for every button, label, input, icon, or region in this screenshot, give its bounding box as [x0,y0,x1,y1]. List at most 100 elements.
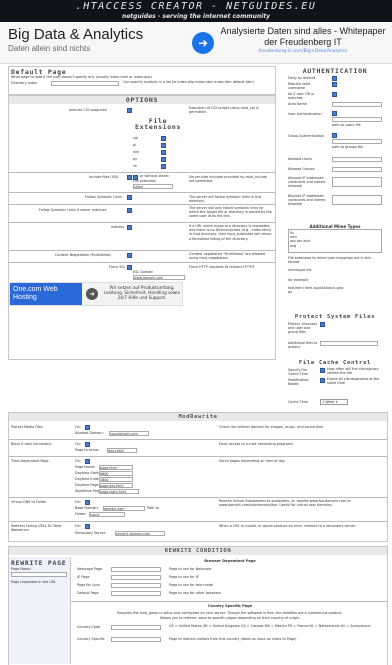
users-path-input[interactable] [332,117,382,122]
browser-row-desc: Page to use for text mode [169,583,213,587]
ext-checkbox-py[interactable] [161,157,166,162]
mid-ad[interactable]: One.com Web Hosting ➜ Wir setzen auf Pro… [9,282,183,306]
ext-checkbox-exe[interactable] [161,150,166,155]
ext-checkbox-cgi[interactable] [161,136,166,141]
cache-modification-desc: Expire all clients/proxies at the same t… [327,377,380,386]
path-users-label: path to users file [332,123,361,127]
execute-cgi-checkbox[interactable] [127,108,132,113]
night-page-input[interactable]: page.night.html [99,489,139,494]
execute-cgi-desc: Execution of CGI scripts using mod_cgi i… [189,106,259,115]
folder-input[interactable]: home [89,512,125,517]
area-name-input[interactable] [332,102,382,107]
mime-note: File extension to mime type mappings are… [288,256,371,265]
top-ad[interactable]: Big Data & Analytics Daten allein sind n… [0,22,392,64]
allowed-groups-input[interactable] [332,167,382,172]
lynx-page-input[interactable] [111,583,161,588]
ext-checkbox-pl[interactable] [161,143,166,148]
ext-checkbox-sh[interactable] [161,164,166,169]
folder-label: Folder: [75,512,87,516]
force-ssl-checkbox[interactable] [127,265,132,270]
cache-modification-label: Modification Based [288,378,309,386]
cache-time-value: 1 Week [322,400,335,404]
negotiation-checkbox[interactable] [127,253,132,258]
protect-media-checkbox[interactable] [85,425,90,430]
page-to-serve-label: Page to serve: [75,448,100,452]
daytime-page-input[interactable]: page.day.html [99,483,133,488]
country-code-desc: US = United States GB = United Kingdom C… [169,624,371,628]
block-email-checkbox[interactable] [85,442,90,447]
execute-cgi-label: execute CGI programs [69,108,107,112]
options-title: OPTIONS [9,96,275,104]
rewrite-page-name-input[interactable] [11,572,67,577]
rewrite-condition-section: REWRITE CONDITION REWRITE PAGE Page Name… [8,546,388,665]
page-to-serve-input[interactable]: deny.html [107,448,137,453]
if-user-checkbox[interactable] [332,92,337,97]
additional-files-input[interactable] [320,341,378,346]
protect-media-label: Protect Media Files [11,425,43,429]
vdns-checkbox[interactable] [85,500,90,505]
secondary-server-input[interactable]: server2.domain.com [115,531,165,536]
follow-owner-checkbox[interactable] [127,208,132,213]
vdns-desc: Rewrite Virtual Subdomains to subfolders… [219,499,351,508]
directory-index-input[interactable] [51,81,119,86]
file-extension-input[interactable]: shtml [133,184,173,189]
groups-path-input[interactable] [332,139,382,144]
mid-ad-text[interactable]: Wir setzen auf Produktumfang, Leistung, … [102,285,182,300]
vdns-label: Virtual DNS to Folder [11,500,47,504]
protect-files-checkbox[interactable] [320,322,325,327]
country-specific-label: Country Specific [77,637,105,641]
force-ssl-label: Force SSL [109,265,126,269]
page-name-input[interactable]: page.html [99,465,133,470]
ad-subline: Daten allein sind nichts [8,44,91,53]
day-ends-input[interactable]: 1600 [99,477,133,482]
allowed-users-input[interactable] [332,157,382,162]
blocked-ip-input[interactable] [332,195,382,205]
rewrite-page-requested: Page requested in the URL [11,580,57,584]
cache-specify-checkbox[interactable] [320,368,325,373]
require-valid-checkbox[interactable] [332,82,337,87]
require-valid-label: Require valid username [288,82,311,90]
cache-time-label: Cache Time [288,400,308,404]
mime-item: png [290,243,297,248]
cache-modification-checkbox[interactable] [320,378,325,383]
secondary-server-label: Secondary Server: [75,531,107,535]
indexes-checkbox[interactable] [127,225,132,230]
time-page-checkbox[interactable] [85,459,90,464]
deny-default-checkbox[interactable] [332,76,337,81]
divider [9,262,275,263]
day-starts-input[interactable]: 0600 [99,471,133,476]
mime-textarea[interactable]: flv mkv asx asc asvt png [288,229,382,253]
include-files-checkbox[interactable] [127,175,132,180]
time-page-desc: Serve pages depending on time of day [219,459,285,463]
include-files-label: Include files (SSI) [89,175,119,179]
country-specific-input[interactable] [111,637,161,642]
email-on-label: On: [75,442,81,446]
path-groups-label: path to groups file [332,145,364,149]
base-domain-input[interactable]: domain.com [103,506,145,511]
country-code-label: Country Code [77,625,101,629]
follow-symlinks-checkbox[interactable] [127,195,132,200]
group-auth-checkbox[interactable] [332,133,337,138]
default-page-input[interactable] [111,591,161,596]
allowed-ip-input[interactable] [332,177,382,187]
mime-format: mimetype ext [288,268,312,272]
auth-section: AUTHENTICATION Deny by default Require v… [282,66,388,386]
ad-arrow-button[interactable]: ➜ [192,32,214,54]
country-code-input[interactable] [111,625,161,630]
mid-ad-brand[interactable]: One.com Web Hosting [10,283,82,305]
ad-url[interactable]: freudenberg-it.com/Big+Data/Analytics [220,49,386,54]
user-auth-checkbox[interactable] [332,111,337,116]
cache-time-select[interactable]: 1 Week ▾ [320,399,348,405]
netscape-page-input[interactable] [111,567,161,572]
ad-right-text[interactable]: Analysierte Daten sind alles - Whitepape… [220,26,386,48]
allowed-domain-input[interactable]: yourdomain.com [109,431,149,436]
modrewrite-section: ModRewrite Protect Media Files On: Allow… [8,412,388,542]
ie-page-input[interactable] [111,575,161,580]
redirect-checkbox[interactable] [85,524,90,529]
mid-ad-arrow-icon[interactable]: ➜ [86,288,98,300]
directory-index-label: Directory Index [11,81,38,85]
ad-headline[interactable]: Big Data & Analytics [8,26,143,43]
ssl-domain-input[interactable]: www.domain.com [133,275,185,280]
auth-title: AUTHENTICATION [302,67,368,75]
vdns-on-label: On: [75,500,81,504]
